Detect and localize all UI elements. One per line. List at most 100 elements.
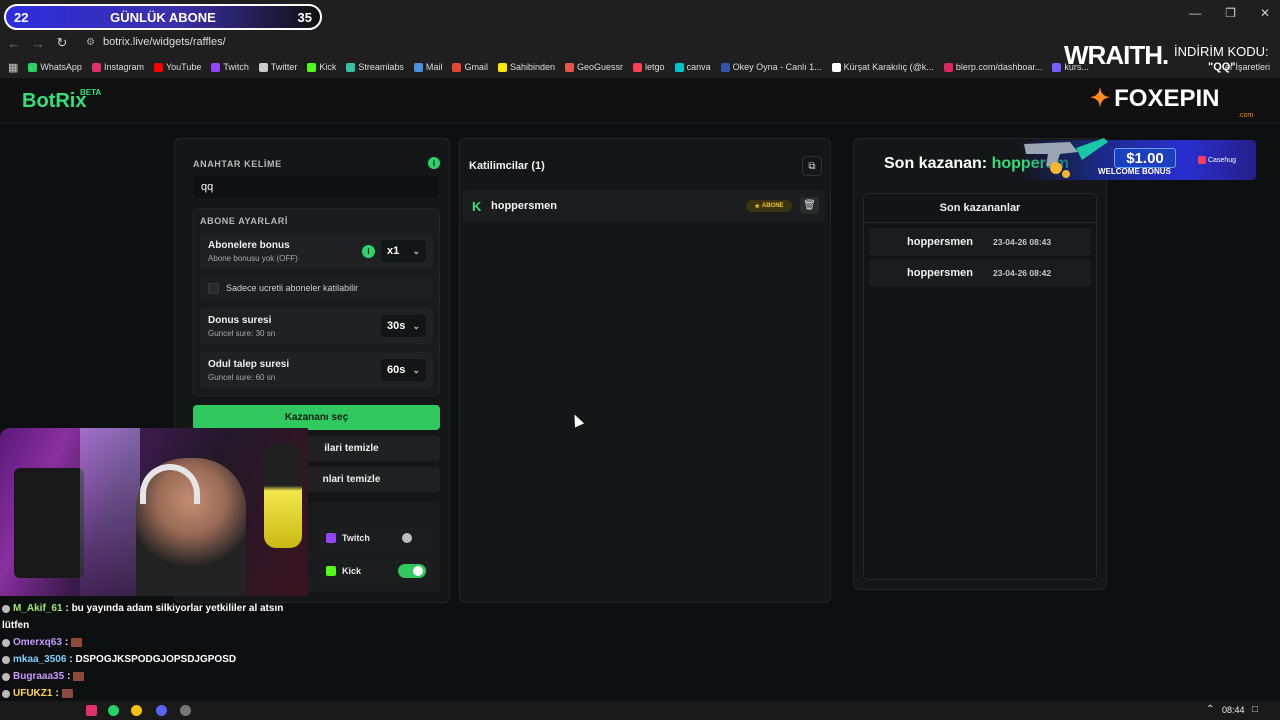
fox-icon: ✦ [1090,85,1111,112]
bookmark-item[interactable]: canva [674,62,711,72]
bookmark-item[interactable]: Okey Oyna - Canlı 1... [720,62,822,72]
spin-duration-value: 30s [387,320,406,332]
discount-code-label: İNDİRİM KODU: [1174,44,1269,59]
reload-icon[interactable]: ↻ [50,35,74,51]
keyword-input[interactable]: qq [193,176,439,198]
page-header: BotRix BETA ✦ FOXEPIN .com [0,78,1280,124]
sub-bonus-value: x1 [387,245,400,257]
chat-message: mkaa_3506: DSPOGJKSPODGJOPSDJGPOSD [2,651,332,668]
bookmark-item[interactable]: Kick [307,62,336,72]
chat-emote-icon [61,689,73,698]
delete-participant-button[interactable]: 🗑 [800,197,819,214]
winner-row [869,228,1091,256]
notification-icon[interactable]: □ [1252,704,1258,715]
whatsapp-icon[interactable] [108,705,119,716]
chat-badge-icon [2,689,10,698]
chat-badge-icon [2,672,10,681]
chat-text: : [55,688,59,699]
subscriber-badge-label: ABONE [761,203,784,209]
chevron-up-icon[interactable]: ⌃ [1206,704,1214,715]
copy-icon[interactable]: ⧉ [802,156,822,176]
bookmark-item[interactable]: Instagram [91,62,144,72]
paid-only-checkbox[interactable] [208,283,219,294]
sub-bonus-info-icon[interactable]: i [362,245,375,258]
chat-text: : DSPOGJKSPODGJOPSDJGPOSD [69,654,237,665]
restore-icon[interactable]: ❐ [1225,6,1236,20]
bookmark-item[interactable]: letgo [633,62,665,72]
bookmark-item[interactable]: YouTube [153,62,201,72]
minimize-icon[interactable]: — [1189,6,1201,20]
bookmark-item[interactable]: blerp.com/dashboar... [943,62,1043,72]
bookmark-label: Gmail [464,62,488,72]
webcam-feed [0,428,308,596]
participants-title: Katilimcilar (1) [469,160,545,172]
subscriber-badge: ★ ABONE [746,200,792,212]
participant-name: hoppersmen [491,200,558,212]
bookmark-label: Streamlabs [358,62,404,72]
pick-winner-button[interactable]: Kazananı seç [193,405,440,430]
clock[interactable]: 08:44 [1222,705,1245,715]
sponsor-name: FOXEPIN [1114,84,1220,112]
claim-duration-title: Odul talep suresi [208,359,290,370]
taskbar-app-icon[interactable] [86,705,97,716]
bookmark-item[interactable]: Gmail [452,62,488,72]
keyword-label: ANAHTAR KELİME [193,159,282,169]
promo-brand: Casehug [1198,156,1236,164]
twitch-toggle[interactable] [398,531,426,545]
chrome-icon[interactable] [131,705,142,716]
spin-duration-title: Donus suresi [208,315,272,326]
close-icon[interactable]: ✕ [1260,6,1270,20]
chat-badge-icon [2,604,10,613]
last-winner-label: Son kazanan: [884,155,988,172]
bookmark-icon [258,62,268,72]
chat-message: Omerxq63 : [2,634,332,651]
knife-gun-image [1024,138,1108,178]
bookmark-icon [413,62,423,72]
sub-bonus-select[interactable]: x1 ⌄ [381,240,426,262]
forward-icon[interactable]: → [26,36,50,51]
sponsor-logo[interactable]: ✦ FOXEPIN [1090,84,1219,113]
chat-badge-icon [2,655,10,664]
spin-duration-select[interactable]: 30s ⌄ [381,315,426,337]
discord-icon[interactable] [156,705,167,716]
sub-bonus-subtitle: Abone bonusu yok (OFF) [208,254,298,263]
casehug-icon [1198,156,1206,164]
info-icon[interactable]: i [428,157,440,169]
bookmark-item[interactable]: Mail [413,62,442,72]
botrix-logo[interactable]: BotRix [22,90,86,113]
settings-icon[interactable] [180,705,191,716]
bookmark-label: blerp.com/dashboar... [955,62,1043,72]
winner-name: hoppersmen [907,267,974,279]
site-info-icon[interactable]: ⚙ [86,37,95,48]
bookmark-item[interactable]: Twitter [258,62,297,72]
sub-bonus-title: Abonelere bonus [208,240,290,251]
bookmark-icon [153,62,163,72]
kick-toggle[interactable] [398,564,426,578]
bookmark-item[interactable]: Streamlabs [346,62,404,72]
chevron-down-icon: ⌄ [412,320,420,331]
bookmark-label: Kürşat Karakılıç (@k... [843,62,934,72]
bookmark-item[interactable]: GeoGuessr [565,62,623,72]
paid-only-setting[interactable]: Sadece ucretli aboneler katilabilir [200,277,433,299]
spin-duration-subtitle: Guncel sure: 30 sn [208,329,276,338]
kick-icon: K [472,199,482,214]
microphone-image [264,444,302,548]
apps-icon[interactable]: ▦ [8,61,18,74]
url-text[interactable]: botrix.live/widgets/raffles/ [103,36,226,48]
recent-winners-title: Son kazananlar [939,202,1021,214]
window-controls: — ❐ ✕ [1189,6,1270,20]
bookmark-label: GeoGuessr [577,62,624,72]
claim-duration-select[interactable]: 60s ⌄ [381,359,426,381]
platform-row-twitch: Twitch [320,526,432,550]
back-icon[interactable]: ← [2,36,26,51]
chat-message: Bugraaa35 : [2,668,332,685]
bookmark-item[interactable]: Sahibinden [497,62,555,72]
bookmark-item[interactable]: WhatsApp [28,62,82,72]
chevron-down-icon: ⌄ [412,364,420,375]
bookmark-item[interactable]: Kürşat Karakılıç (@k... [831,62,934,72]
bookmark-item[interactable]: Twitch [211,62,249,72]
bookmark-label: Kick [319,62,337,72]
claim-duration-subtitle: Guncel sure: 60 sn [208,373,276,382]
address-bar[interactable]: ⚙ botrix.live/widgets/raffles/ [80,33,1180,51]
chat-username: UFUKZ1 [13,688,53,699]
